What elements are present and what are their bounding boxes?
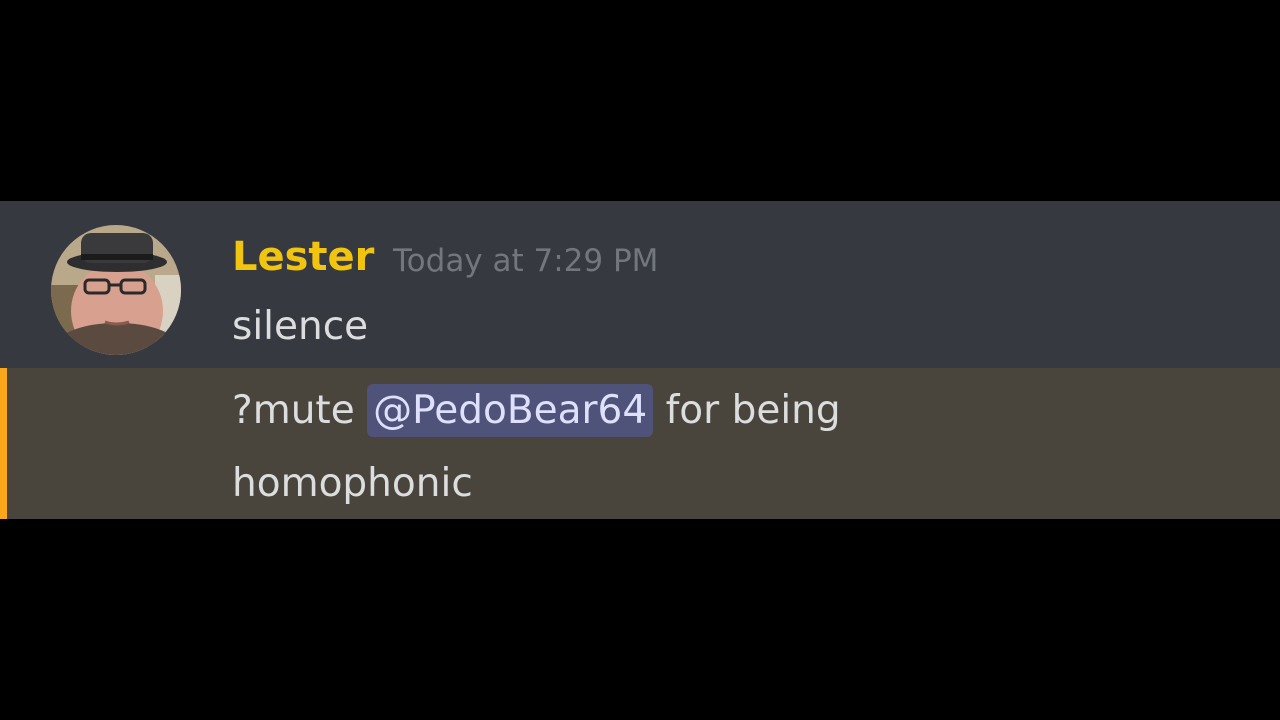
mention-highlighted-message[interactable]: ?mute @PedoBear64 for being homophonic [0,368,1280,519]
message-timestamp: Today at 7:29 PM [393,243,659,279]
message-text-suffix: for being [665,388,841,433]
avatar-image [51,225,181,355]
message-text: ?mute @PedoBear64 for being [232,380,841,442]
command-text: ?mute [232,388,355,433]
message-text-continuation: homophonic [232,461,473,506]
message[interactable]: Lester Today at 7:29 PM silence [0,201,1280,368]
username[interactable]: Lester [232,231,374,283]
message-text: silence [232,304,369,349]
mention-indicator-bar [0,368,7,519]
chat-message-group: Lester Today at 7:29 PM silence ?mute @P… [0,201,1280,519]
avatar[interactable] [51,225,181,355]
user-mention[interactable]: @PedoBear64 [367,384,654,437]
